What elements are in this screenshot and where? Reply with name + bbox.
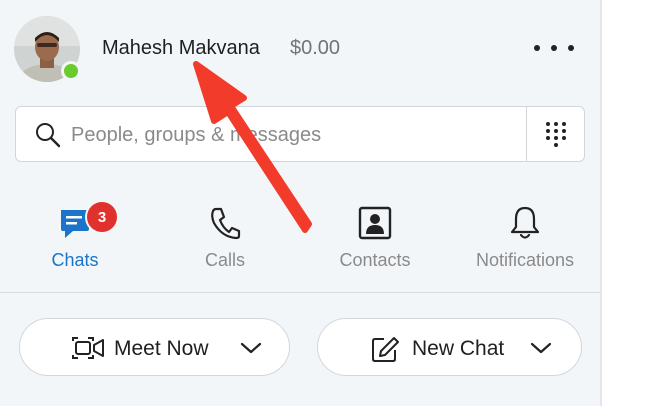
more-options-button[interactable] xyxy=(534,36,574,60)
profile-name[interactable]: Mahesh Makvana xyxy=(102,37,260,60)
contacts-icon xyxy=(357,205,393,246)
meet-now-label: Meet Now xyxy=(114,337,209,360)
sidebar-panel: Mahesh Makvana $0.00 People, groups & me… xyxy=(0,0,600,406)
calls-icon xyxy=(208,205,242,246)
tab-chats-label: Chats xyxy=(51,250,99,270)
more-icon xyxy=(534,45,540,51)
chevron-down-icon[interactable] xyxy=(530,341,552,360)
search-box[interactable]: People, groups & messages xyxy=(15,106,585,162)
search-icon xyxy=(34,121,62,154)
tab-calls-label: Calls xyxy=(204,250,245,270)
new-chat-button[interactable]: New Chat xyxy=(317,318,582,376)
tab-notifications[interactable]: Notifications xyxy=(450,200,600,280)
tab-calls[interactable]: Calls xyxy=(150,200,300,280)
tab-chats[interactable]: Chats xyxy=(0,200,150,280)
content-pane xyxy=(602,0,650,406)
video-icon xyxy=(70,335,106,366)
meet-now-button[interactable]: Meet Now xyxy=(19,318,290,376)
new-chat-label: New Chat xyxy=(412,337,505,360)
notifications-icon xyxy=(508,205,542,246)
chevron-down-icon[interactable] xyxy=(240,341,262,360)
tab-contacts-label: Contacts xyxy=(339,250,411,270)
section-divider xyxy=(0,292,600,293)
credit-balance[interactable]: $0.00 xyxy=(290,37,340,60)
presence-status-indicator xyxy=(61,61,81,81)
tab-notifications-label: Notifications xyxy=(475,250,575,270)
unread-badge: 3 xyxy=(85,200,119,234)
tab-contacts[interactable]: Contacts xyxy=(300,200,450,280)
search-input[interactable]: People, groups & messages xyxy=(71,124,321,147)
dialpad-icon[interactable] xyxy=(544,121,568,147)
compose-icon xyxy=(370,335,400,368)
